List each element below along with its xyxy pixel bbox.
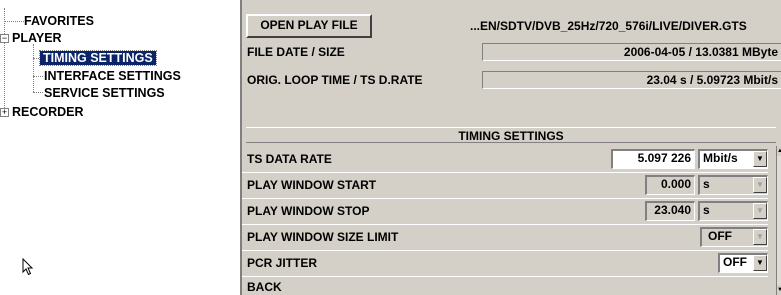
tree-item-favorites[interactable]: FAVORITES	[24, 14, 94, 29]
back-label[interactable]: BACK	[247, 279, 282, 295]
play-window-start-unit-select[interactable]: s ▼	[698, 175, 768, 195]
play-window-stop-unit-select[interactable]: s ▼	[698, 201, 768, 221]
tree-connector	[4, 21, 24, 22]
tree-item-player[interactable]: PLAYER	[12, 31, 62, 46]
play-window-start-unit: s	[703, 177, 710, 191]
file-date-size-value: 2006-04-05 / 13.0381 MByte	[482, 43, 781, 61]
tree-connector	[4, 8, 5, 112]
tree-item-recorder[interactable]: RECORDER	[12, 105, 84, 120]
row-divider	[242, 172, 768, 173]
row-divider	[242, 250, 768, 251]
open-play-file-button[interactable]: OPEN PLAY FILE	[246, 14, 372, 38]
scroll-up-icon[interactable]: ▲	[777, 146, 781, 156]
play-window-start-label: PLAY WINDOW START	[247, 178, 377, 192]
settings-panel: OPEN PLAY FILE ...EN/SDTV/DVB_25Hz/720_5…	[240, 0, 781, 295]
pcr-jitter-label: PCR JITTER	[247, 256, 318, 270]
play-window-size-limit-select[interactable]: OFF ▼	[700, 227, 768, 247]
tree-item-label: RECORDER	[12, 105, 84, 119]
tree-connector	[33, 76, 43, 77]
play-window-size-limit-label: PLAY WINDOW SIZE LIMIT	[247, 230, 399, 244]
tree-item-service-settings[interactable]: SERVICE SETTINGS	[44, 86, 165, 101]
tree-item-label: TIMING SETTINGS	[39, 50, 157, 66]
play-window-size-limit-value: OFF	[708, 229, 732, 243]
ts-data-rate-unit-select[interactable]: Mbit/s ▼	[698, 149, 768, 169]
section-header: TIMING SETTINGS	[246, 127, 776, 143]
tree-item-label: PLAYER	[12, 31, 62, 45]
play-window-stop-label: PLAY WINDOW STOP	[247, 204, 370, 218]
collapse-icon[interactable]: −	[0, 34, 9, 43]
pcr-jitter-value: OFF	[723, 255, 747, 269]
row-divider	[242, 198, 768, 199]
loop-time-label: ORIG. LOOP TIME / TS D.RATE	[247, 73, 423, 87]
ts-data-rate-input[interactable]: 5.097 226	[611, 149, 695, 169]
chevron-down-icon[interactable]: ▼	[753, 203, 767, 219]
tree-connector	[33, 92, 43, 93]
chevron-down-icon[interactable]: ▼	[753, 177, 767, 193]
tree-item-interface-settings[interactable]: INTERFACE SETTINGS	[44, 69, 181, 84]
scroll-down-icon[interactable]: ▼	[777, 285, 781, 295]
file-path: ...EN/SDTV/DVB_25Hz/720_576i/LIVE/DIVER.…	[470, 19, 747, 33]
play-window-stop-unit: s	[703, 203, 710, 217]
loop-time-value: 23.04 s / 5.09723 Mbit/s	[482, 71, 781, 89]
tree-item-label: SERVICE SETTINGS	[44, 86, 165, 100]
pcr-jitter-select[interactable]: OFF ▼	[718, 253, 768, 273]
navigation-tree: FAVORITES − PLAYER TIMING SETTINGS INTER…	[0, 0, 240, 295]
tree-connector	[33, 44, 34, 92]
chevron-down-icon[interactable]: ▼	[753, 151, 767, 167]
file-date-size-label: FILE DATE / SIZE	[247, 45, 345, 59]
row-divider	[242, 224, 768, 225]
chevron-down-icon[interactable]: ▼	[753, 255, 767, 271]
tree-item-label: INTERFACE SETTINGS	[44, 69, 181, 83]
tree-item-timing-settings[interactable]: TIMING SETTINGS	[39, 50, 157, 66]
chevron-down-icon[interactable]: ▼	[753, 229, 767, 245]
tree-item-label: FAVORITES	[24, 14, 94, 28]
section-title: TIMING SETTINGS	[458, 129, 564, 143]
play-window-start-input[interactable]: 0.000	[645, 175, 695, 195]
row-divider	[242, 276, 768, 277]
tree-connector	[33, 58, 39, 59]
vertical-scrollbar[interactable]: ▲ ▼	[776, 146, 781, 295]
play-window-stop-input[interactable]: 23.040	[645, 201, 695, 221]
ts-data-rate-unit: Mbit/s	[703, 151, 738, 165]
expand-icon[interactable]: +	[0, 108, 9, 117]
mouse-pointer-icon	[22, 258, 34, 276]
ts-data-rate-label: TS DATA RATE	[247, 152, 332, 166]
